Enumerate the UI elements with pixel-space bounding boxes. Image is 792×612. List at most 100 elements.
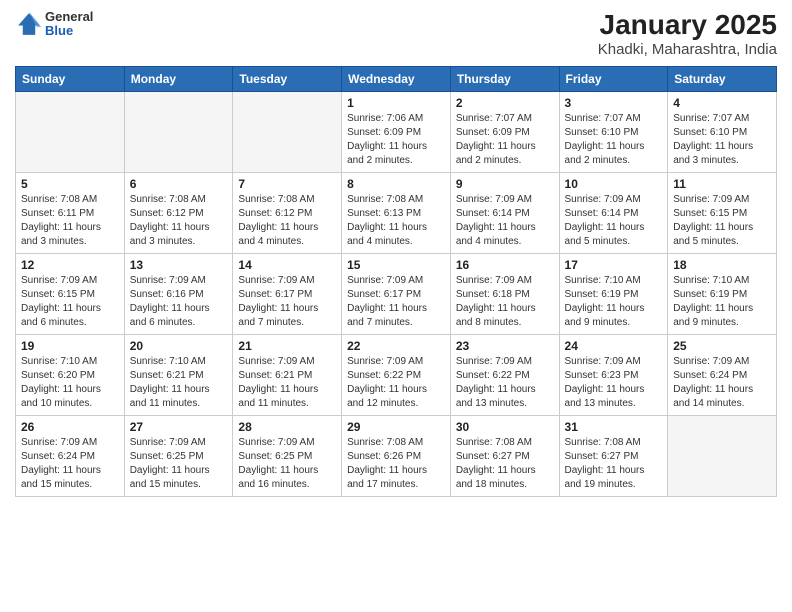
calendar-cell: 17Sunrise: 7:10 AMSunset: 6:19 PMDayligh… <box>559 253 668 334</box>
day-number: 1 <box>347 96 445 110</box>
day-detail: Sunrise: 7:06 AMSunset: 6:09 PMDaylight:… <box>347 112 445 168</box>
day-number: 10 <box>565 177 663 191</box>
logo-icon <box>15 10 43 38</box>
calendar-week-row: 5 Sunrise: 7:08 AMSunset: 6:11 PMDaylight… <box>16 172 777 253</box>
day-detail: Sunrise: 7:08 AMSunset: 6:13 PMDaylight:… <box>347 193 445 249</box>
day-detail: Sunrise: 7:07 AMSunset: 6:10 PMDaylight:… <box>673 112 771 168</box>
day-number: 19 <box>21 339 119 353</box>
col-sunday: Sunday <box>16 66 125 91</box>
calendar-cell: 31 Sunrise: 7:08 AMSunset: 6:27 PMDayligh… <box>559 415 668 496</box>
title-block: January 2025 Khadki, Maharashtra, India <box>598 10 777 58</box>
logo: General Blue <box>15 10 93 39</box>
calendar-week-row: 1 Sunrise: 7:06 AMSunset: 6:09 PMDaylight… <box>16 91 777 172</box>
calendar-cell: 15 Sunrise: 7:09 AMSunset: 6:17 PMDayligh… <box>342 253 451 334</box>
day-number: 13 <box>130 258 228 272</box>
calendar-cell: 26 Sunrise: 7:09 AMSunset: 6:24 PMDayligh… <box>16 415 125 496</box>
logo-blue-label: Blue <box>45 24 93 38</box>
day-number: 28 <box>238 420 336 434</box>
day-detail: Sunrise: 7:10 AMSunset: 6:19 PMDaylight:… <box>673 274 771 330</box>
day-number: 31 <box>565 420 663 434</box>
calendar-cell: 11 Sunrise: 7:09 AMSunset: 6:15 PMDayligh… <box>668 172 777 253</box>
calendar-cell: 12 Sunrise: 7:09 AMSunset: 6:15 PMDayligh… <box>16 253 125 334</box>
day-number: 27 <box>130 420 228 434</box>
calendar-cell: 30 Sunrise: 7:08 AMSunset: 6:27 PMDayligh… <box>450 415 559 496</box>
day-detail: Sunrise: 7:09 AMSunset: 6:14 PMDaylight:… <box>456 193 554 249</box>
calendar-cell: 22Sunrise: 7:09 AMSunset: 6:22 PMDayligh… <box>342 334 451 415</box>
col-wednesday: Wednesday <box>342 66 451 91</box>
day-detail: Sunrise: 7:07 AMSunset: 6:10 PMDaylight:… <box>565 112 663 168</box>
calendar-week-row: 26 Sunrise: 7:09 AMSunset: 6:24 PMDayligh… <box>16 415 777 496</box>
calendar-cell: 21 Sunrise: 7:09 AMSunset: 6:21 PMDayligh… <box>233 334 342 415</box>
day-number: 26 <box>21 420 119 434</box>
day-number: 30 <box>456 420 554 434</box>
page: General Blue January 2025 Khadki, Mahara… <box>0 0 792 612</box>
calendar-week-row: 12 Sunrise: 7:09 AMSunset: 6:15 PMDayligh… <box>16 253 777 334</box>
day-number: 12 <box>21 258 119 272</box>
day-detail: Sunrise: 7:09 AMSunset: 6:15 PMDaylight:… <box>673 193 771 249</box>
day-detail: Sunrise: 7:09 AMSunset: 6:22 PMDaylight:… <box>456 355 554 411</box>
day-detail: Sunrise: 7:09 AMSunset: 6:17 PMDaylight:… <box>347 274 445 330</box>
day-detail: Sunrise: 7:08 AMSunset: 6:12 PMDaylight:… <box>238 193 336 249</box>
col-monday: Monday <box>124 66 233 91</box>
day-number: 24 <box>565 339 663 353</box>
day-detail: Sunrise: 7:09 AMSunset: 6:14 PMDaylight:… <box>565 193 663 249</box>
calendar-cell: 14 Sunrise: 7:09 AMSunset: 6:17 PMDayligh… <box>233 253 342 334</box>
calendar-cell: 24 Sunrise: 7:09 AMSunset: 6:23 PMDayligh… <box>559 334 668 415</box>
day-number: 15 <box>347 258 445 272</box>
page-subtitle: Khadki, Maharashtra, India <box>598 41 777 58</box>
calendar-cell: 4 Sunrise: 7:07 AMSunset: 6:10 PMDaylight… <box>668 91 777 172</box>
day-detail: Sunrise: 7:09 AMSunset: 6:22 PMDaylight:… <box>347 355 445 411</box>
col-saturday: Saturday <box>668 66 777 91</box>
day-detail: Sunrise: 7:09 AMSunset: 6:25 PMDaylight:… <box>238 436 336 492</box>
day-number: 11 <box>673 177 771 191</box>
day-number: 3 <box>565 96 663 110</box>
day-number: 14 <box>238 258 336 272</box>
day-detail: Sunrise: 7:09 AMSunset: 6:21 PMDaylight:… <box>238 355 336 411</box>
day-detail: Sunrise: 7:08 AMSunset: 6:11 PMDaylight:… <box>21 193 119 249</box>
calendar-table: Sunday Monday Tuesday Wednesday Thursday… <box>15 66 777 497</box>
col-friday: Friday <box>559 66 668 91</box>
calendar-cell: 10 Sunrise: 7:09 AMSunset: 6:14 PMDayligh… <box>559 172 668 253</box>
day-number: 6 <box>130 177 228 191</box>
calendar-cell <box>668 415 777 496</box>
col-thursday: Thursday <box>450 66 559 91</box>
calendar-cell: 2 Sunrise: 7:07 AMSunset: 6:09 PMDaylight… <box>450 91 559 172</box>
day-number: 4 <box>673 96 771 110</box>
day-detail: Sunrise: 7:09 AMSunset: 6:17 PMDaylight:… <box>238 274 336 330</box>
calendar-cell: 29 Sunrise: 7:08 AMSunset: 6:26 PMDayligh… <box>342 415 451 496</box>
day-number: 5 <box>21 177 119 191</box>
calendar-cell: 16Sunrise: 7:09 AMSunset: 6:18 PMDayligh… <box>450 253 559 334</box>
calendar-cell: 27Sunrise: 7:09 AMSunset: 6:25 PMDayligh… <box>124 415 233 496</box>
calendar-week-row: 19 Sunrise: 7:10 AMSunset: 6:20 PMDayligh… <box>16 334 777 415</box>
day-detail: Sunrise: 7:08 AMSunset: 6:26 PMDaylight:… <box>347 436 445 492</box>
day-detail: Sunrise: 7:09 AMSunset: 6:16 PMDaylight:… <box>130 274 228 330</box>
day-detail: Sunrise: 7:09 AMSunset: 6:18 PMDaylight:… <box>456 274 554 330</box>
day-number: 7 <box>238 177 336 191</box>
day-detail: Sunrise: 7:08 AMSunset: 6:27 PMDaylight:… <box>456 436 554 492</box>
calendar-cell: 5 Sunrise: 7:08 AMSunset: 6:11 PMDaylight… <box>16 172 125 253</box>
day-detail: Sunrise: 7:08 AMSunset: 6:12 PMDaylight:… <box>130 193 228 249</box>
calendar-cell: 13 Sunrise: 7:09 AMSunset: 6:16 PMDayligh… <box>124 253 233 334</box>
day-number: 23 <box>456 339 554 353</box>
day-detail: Sunrise: 7:09 AMSunset: 6:23 PMDaylight:… <box>565 355 663 411</box>
day-number: 21 <box>238 339 336 353</box>
calendar-cell: 20 Sunrise: 7:10 AMSunset: 6:21 PMDayligh… <box>124 334 233 415</box>
day-number: 25 <box>673 339 771 353</box>
day-number: 29 <box>347 420 445 434</box>
day-detail: Sunrise: 7:07 AMSunset: 6:09 PMDaylight:… <box>456 112 554 168</box>
calendar-cell: 25Sunrise: 7:09 AMSunset: 6:24 PMDayligh… <box>668 334 777 415</box>
calendar-cell: 6 Sunrise: 7:08 AMSunset: 6:12 PMDaylight… <box>124 172 233 253</box>
day-number: 2 <box>456 96 554 110</box>
day-number: 20 <box>130 339 228 353</box>
calendar-cell: 7 Sunrise: 7:08 AMSunset: 6:12 PMDaylight… <box>233 172 342 253</box>
logo-text: General Blue <box>45 10 93 39</box>
calendar-cell: 3 Sunrise: 7:07 AMSunset: 6:10 PMDaylight… <box>559 91 668 172</box>
day-detail: Sunrise: 7:08 AMSunset: 6:27 PMDaylight:… <box>565 436 663 492</box>
day-detail: Sunrise: 7:09 AMSunset: 6:24 PMDaylight:… <box>21 436 119 492</box>
day-number: 17 <box>565 258 663 272</box>
day-detail: Sunrise: 7:10 AMSunset: 6:21 PMDaylight:… <box>130 355 228 411</box>
calendar-cell: 19 Sunrise: 7:10 AMSunset: 6:20 PMDayligh… <box>16 334 125 415</box>
day-detail: Sunrise: 7:09 AMSunset: 6:15 PMDaylight:… <box>21 274 119 330</box>
day-detail: Sunrise: 7:10 AMSunset: 6:20 PMDaylight:… <box>21 355 119 411</box>
day-number: 8 <box>347 177 445 191</box>
